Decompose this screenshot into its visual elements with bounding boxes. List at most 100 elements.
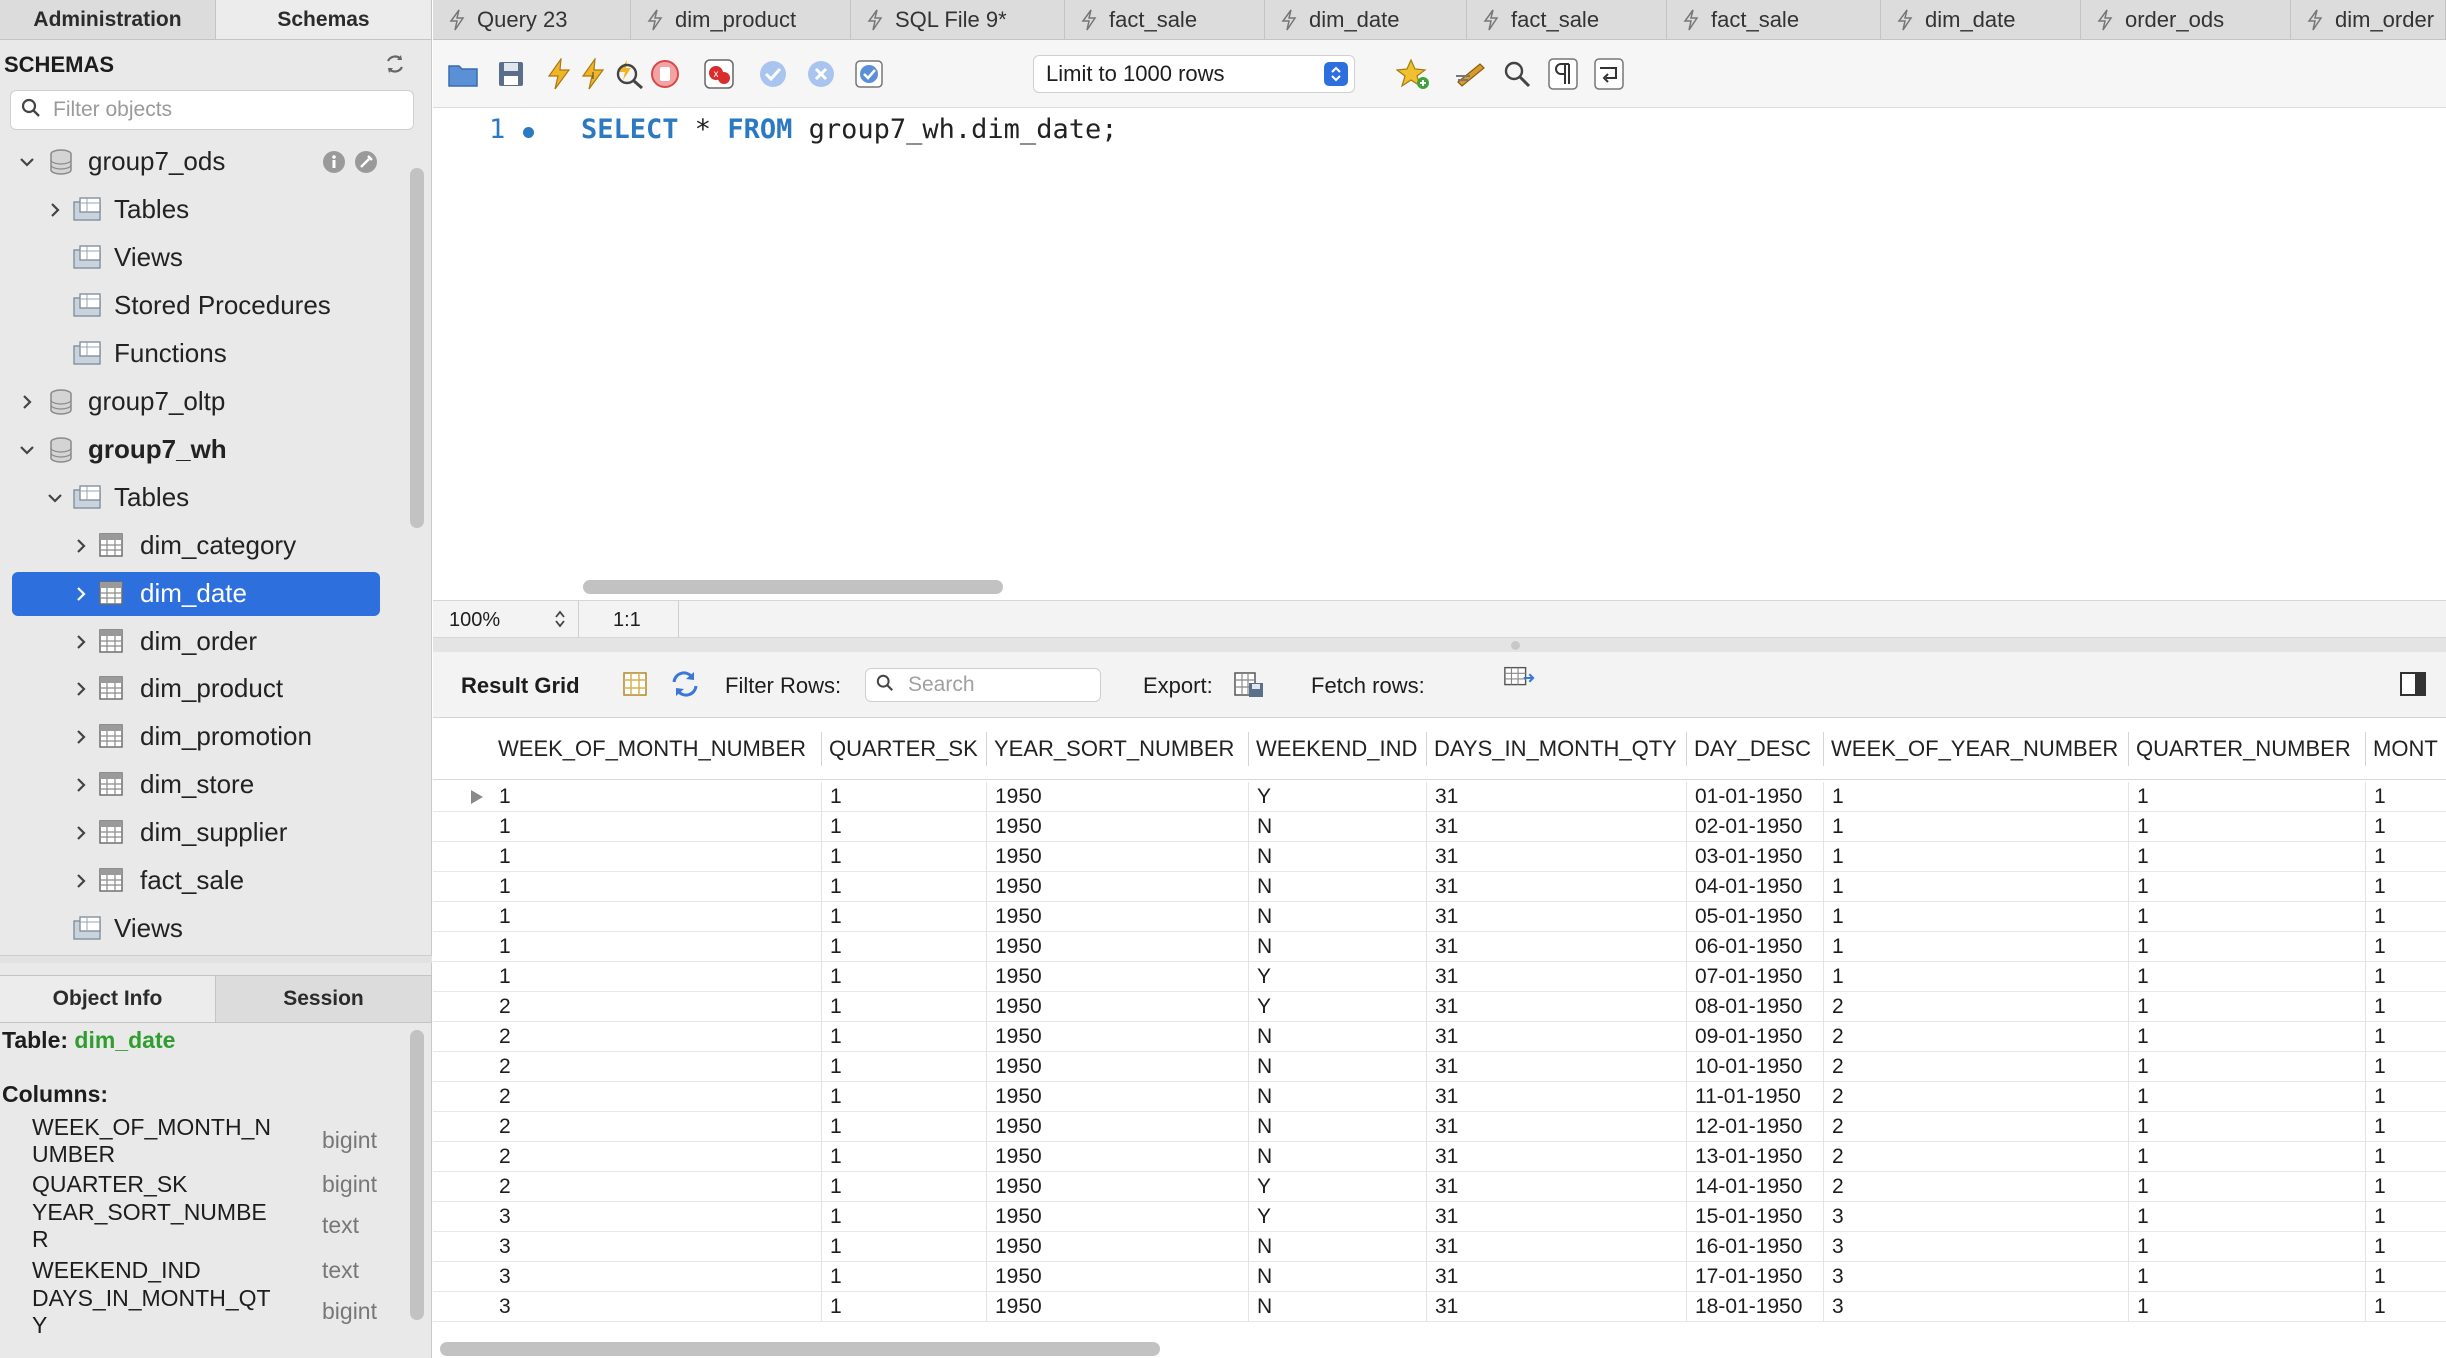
table-cell[interactable]: 31	[1427, 1112, 1687, 1142]
chevron-right-icon[interactable]	[18, 393, 36, 411]
table-cell[interactable]: 1	[2129, 872, 2366, 902]
table-cell[interactable]: 3	[491, 1232, 822, 1262]
table-cell[interactable]: 31	[1427, 1082, 1687, 1112]
table-cell[interactable]: 2	[491, 1112, 822, 1142]
query-tab-sql-file-9-[interactable]: SQL File 9*	[851, 0, 1065, 39]
table-cell[interactable]: 1	[491, 902, 822, 932]
table-row[interactable]: 3 1 1950 N 31 18-01-1950 3 1 1	[433, 1292, 2446, 1322]
tree-item-stored-procedures[interactable]: Stored Procedures	[0, 284, 400, 328]
sql-code-line[interactable]: SELECT * FROM group7_wh.dim_date;	[581, 114, 1117, 145]
zoom-level[interactable]: 100%	[449, 609, 500, 632]
table-cell[interactable]: 1	[2366, 1142, 2446, 1172]
table-cell[interactable]: Y	[1249, 962, 1427, 992]
table-cell[interactable]: 2	[1824, 992, 2129, 1022]
table-cell[interactable]: 1	[2129, 1202, 2366, 1232]
table-cell[interactable]: 3	[491, 1202, 822, 1232]
column-header-week-of-year-number[interactable]: WEEK_OF_YEAR_NUMBER	[1824, 732, 2129, 766]
table-cell[interactable]: 1	[2129, 1292, 2366, 1322]
table-cell[interactable]: 1	[2129, 932, 2366, 962]
table-cell[interactable]: 15-01-1950	[1687, 1202, 1824, 1232]
table-cell[interactable]: 1950	[987, 1232, 1249, 1262]
table-cell[interactable]: 31	[1427, 1202, 1687, 1232]
beautify-icon[interactable]	[1453, 56, 1489, 92]
column-header-weekend-ind[interactable]: WEEKEND_IND	[1249, 732, 1427, 766]
chevron-down-icon[interactable]	[18, 153, 36, 171]
table-cell[interactable]: 1	[2129, 1022, 2366, 1052]
column-header-day-desc[interactable]: DAY_DESC	[1687, 732, 1824, 766]
table-cell[interactable]: 1950	[987, 962, 1249, 992]
zoom-stepper-icon[interactable]	[553, 608, 567, 636]
table-cell[interactable]: 05-01-1950	[1687, 902, 1824, 932]
table-cell[interactable]: N	[1249, 932, 1427, 962]
table-cell[interactable]: 31	[1427, 1262, 1687, 1292]
table-cell[interactable]: 1	[822, 1052, 987, 1082]
chevron-right-icon[interactable]	[72, 872, 90, 890]
table-cell[interactable]: 2	[491, 1172, 822, 1202]
table-cell[interactable]: 31	[1427, 1052, 1687, 1082]
find-icon[interactable]	[1499, 56, 1535, 92]
table-cell[interactable]: 31	[1427, 782, 1687, 812]
table-cell[interactable]: N	[1249, 1232, 1427, 1262]
tree-item-tables[interactable]: Tables	[0, 188, 400, 232]
table-cell[interactable]: 2	[491, 1082, 822, 1112]
table-cell[interactable]: 1	[822, 1142, 987, 1172]
table-cell[interactable]: 3	[1824, 1262, 2129, 1292]
table-cell[interactable]: 2	[1824, 1112, 2129, 1142]
limit-rows-select[interactable]: Limit to 1000 rows	[1033, 55, 1355, 93]
table-cell[interactable]: 1	[2366, 1232, 2446, 1262]
column-header-quarter-sk[interactable]: QUARTER_SK	[822, 732, 987, 766]
table-cell[interactable]: 16-01-1950	[1687, 1232, 1824, 1262]
table-cell[interactable]: N	[1249, 1262, 1427, 1292]
tree-item-tables[interactable]: Tables	[0, 476, 400, 520]
chevron-down-icon[interactable]	[18, 441, 36, 459]
table-cell[interactable]: 1	[2366, 842, 2446, 872]
tree-item-functions[interactable]: Functions	[0, 332, 400, 376]
table-row[interactable]: 1 1 1950 N 31 04-01-1950 1 1 1	[433, 872, 2446, 902]
table-cell[interactable]: 1	[1824, 872, 2129, 902]
table-cell[interactable]: 1	[2366, 872, 2446, 902]
tree-item-group7-ods[interactable]: group7_ods	[0, 140, 400, 184]
query-tab-dim-date[interactable]: dim_date	[1881, 0, 2081, 39]
table-cell[interactable]: 1	[491, 872, 822, 902]
table-cell[interactable]: 31	[1427, 932, 1687, 962]
table-cell[interactable]: 08-01-1950	[1687, 992, 1824, 1022]
table-cell[interactable]: 31	[1427, 812, 1687, 842]
table-cell[interactable]: 1	[822, 962, 987, 992]
table-cell[interactable]: 1	[1824, 812, 2129, 842]
tree-item-fact-sale[interactable]: fact_sale	[0, 859, 400, 903]
table-cell[interactable]: 1950	[987, 1082, 1249, 1112]
filter-objects-input[interactable]	[53, 98, 393, 122]
table-cell[interactable]: 2	[1824, 1142, 2129, 1172]
table-cell[interactable]: 1	[2366, 782, 2446, 812]
explain-icon[interactable]	[611, 56, 647, 92]
commit-icon[interactable]	[755, 56, 791, 92]
table-row[interactable]: 3 1 1950 N 31 16-01-1950 3 1 1	[433, 1232, 2446, 1262]
table-cell[interactable]: 1	[2129, 962, 2366, 992]
table-cell[interactable]: 31	[1427, 1142, 1687, 1172]
stop-icon[interactable]	[647, 56, 683, 92]
table-cell[interactable]: 1	[2366, 1082, 2446, 1112]
table-cell[interactable]: 1	[2129, 1232, 2366, 1262]
table-cell[interactable]: 1	[822, 1022, 987, 1052]
chevron-right-icon[interactable]	[72, 633, 90, 651]
tree-item-dim-store[interactable]: dim_store	[0, 763, 400, 807]
table-row[interactable]: 1 1 1950 N 31 03-01-1950 1 1 1	[433, 842, 2446, 872]
query-tab-fact-sale[interactable]: fact_sale	[1667, 0, 1881, 39]
table-cell[interactable]: 1950	[987, 1142, 1249, 1172]
table-cell[interactable]: 1950	[987, 872, 1249, 902]
column-header-week-of-month-number[interactable]: WEEK_OF_MONTH_NUMBER	[491, 732, 822, 766]
table-cell[interactable]: 1	[1824, 902, 2129, 932]
table-cell[interactable]: 1	[822, 1202, 987, 1232]
sidebar-splitter[interactable]	[0, 955, 432, 963]
table-cell[interactable]: 01-01-1950	[1687, 782, 1824, 812]
chevron-right-icon[interactable]	[72, 728, 90, 746]
table-cell[interactable]: 2	[491, 992, 822, 1022]
splitter-handle[interactable]	[1511, 641, 1520, 650]
table-cell[interactable]: 2	[1824, 1052, 2129, 1082]
chevron-right-icon[interactable]	[72, 824, 90, 842]
table-cell[interactable]: 1950	[987, 1292, 1249, 1322]
table-row[interactable]: 1 1 1950 Y 31 07-01-1950 1 1 1	[433, 962, 2446, 992]
table-cell[interactable]: 1950	[987, 1022, 1249, 1052]
table-cell[interactable]: 12-01-1950	[1687, 1112, 1824, 1142]
table-cell[interactable]: 1	[822, 1232, 987, 1262]
